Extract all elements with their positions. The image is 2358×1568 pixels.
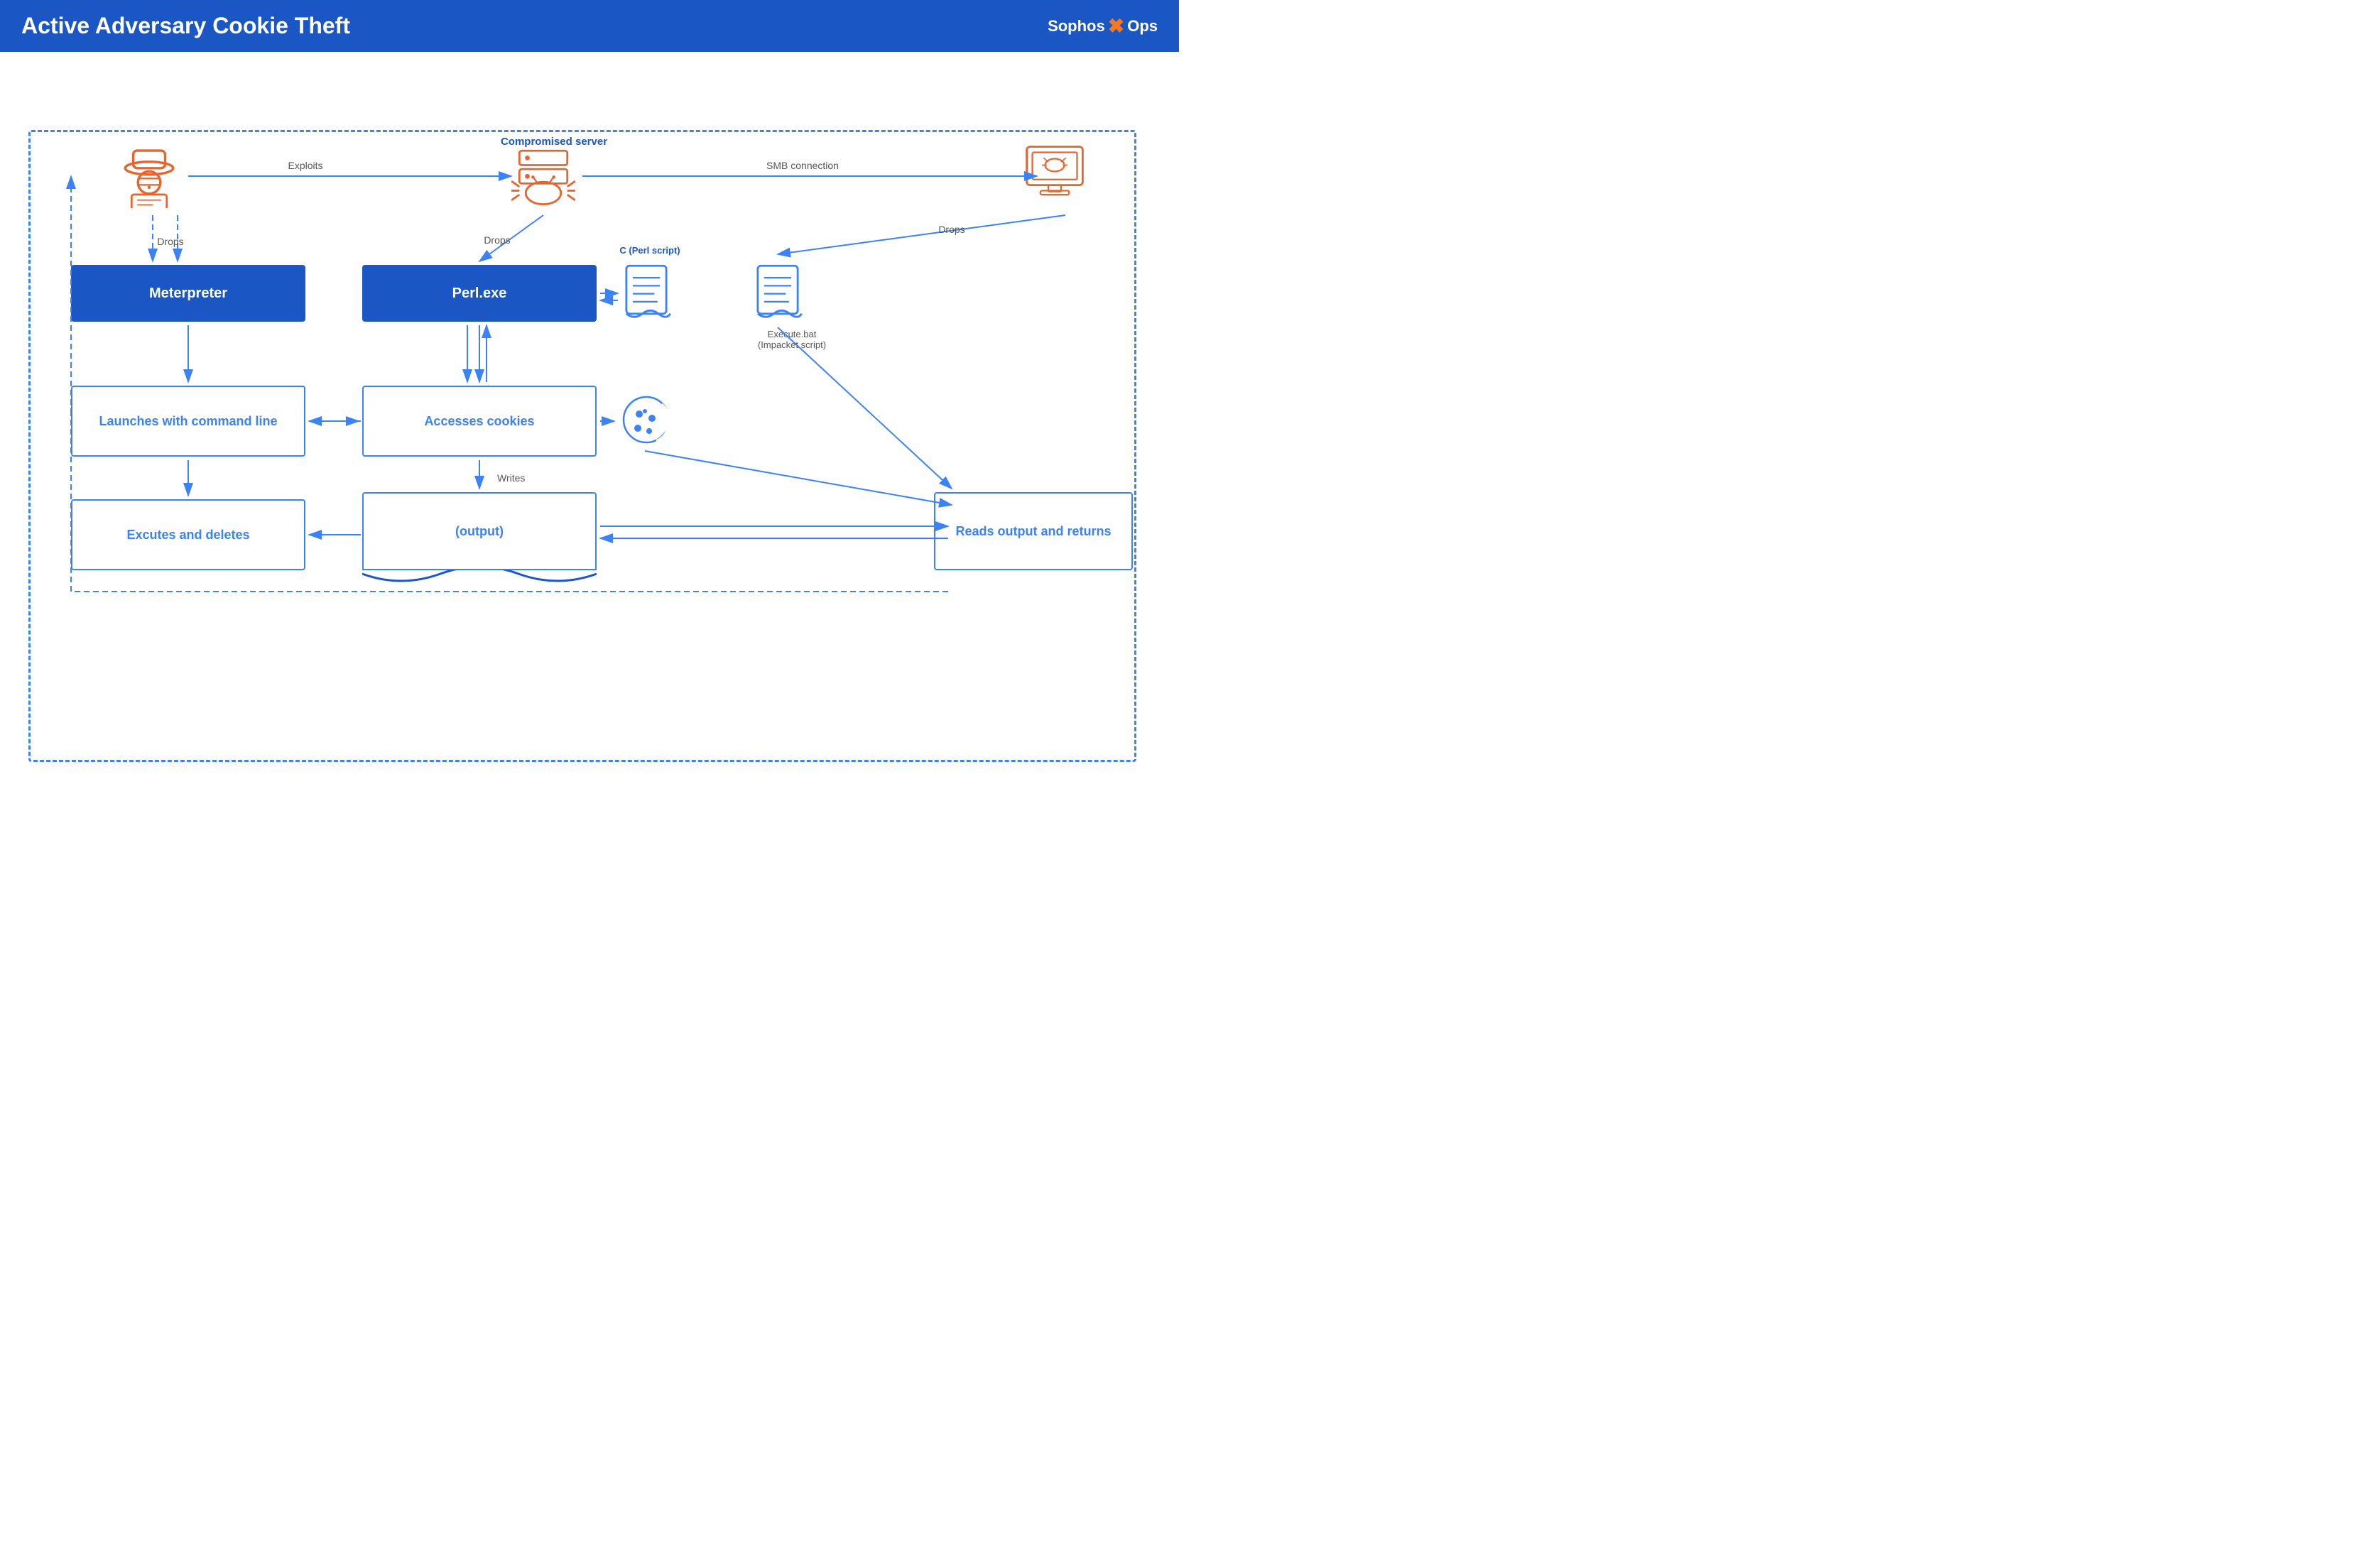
accesses-cookies-box: Accesses cookies <box>362 386 597 457</box>
c-perl-label: C (Perl script) <box>611 245 689 256</box>
reads-output-box: Reads output and returns <box>934 492 1133 570</box>
hacker-icon <box>117 144 181 208</box>
header: Active Adversary Cookie Theft Sophos ✖ O… <box>0 0 1179 52</box>
infected-computer-icon <box>1023 143 1087 207</box>
diagram-area: Compromised server <box>0 52 1179 779</box>
sophos-text: Sophos <box>1048 17 1105 36</box>
sophos-logo: Sophos ✖ Ops <box>1048 14 1158 38</box>
output-wave <box>362 570 597 592</box>
meterpreter-box: Meterpreter <box>71 265 305 322</box>
launches-box: Launches with command line <box>71 386 305 457</box>
output-box: (output) <box>362 492 597 570</box>
c-perl-script-icon <box>621 258 671 322</box>
sophos-x-icon: ✖ <box>1108 14 1124 38</box>
ops-text: Ops <box>1127 17 1158 36</box>
compromised-server-icon <box>511 143 575 207</box>
execute-bat-icon <box>753 258 803 322</box>
perlexe-box: Perl.exe <box>362 265 597 322</box>
page-title: Active Adversary Cookie Theft <box>21 13 350 39</box>
executes-deletes-box: Excutes and deletes <box>71 499 305 570</box>
execute-bat-label: Execute.bat(Impacket script) <box>746 329 838 350</box>
cookie-icon <box>618 391 675 448</box>
